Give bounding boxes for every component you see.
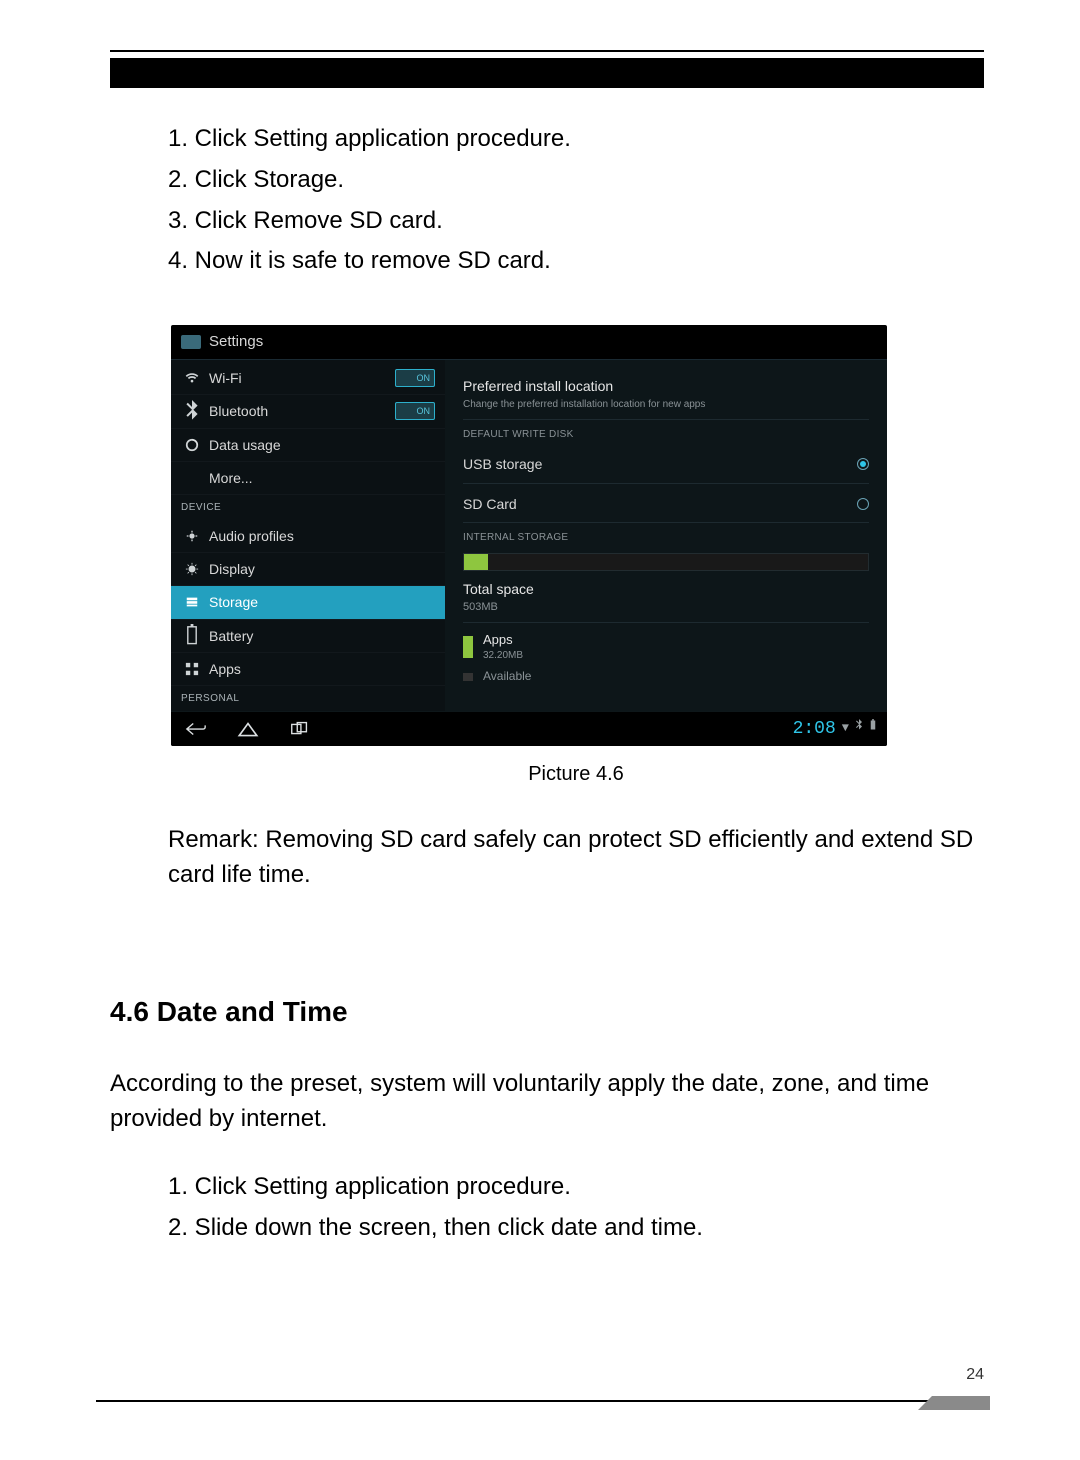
battery-icon (185, 629, 199, 643)
available-swatch-icon (463, 673, 473, 681)
apps-icon (185, 662, 199, 676)
sidebar-item-battery[interactable]: Battery (171, 620, 445, 653)
row-sd-card[interactable]: SD Card (463, 484, 869, 523)
more-label: More... (209, 468, 253, 488)
bluetooth-icon (185, 404, 199, 418)
step-a-4: 4. Now it is safe to remove SD card. (168, 244, 984, 279)
row-total-space[interactable]: Total space 503MB (463, 571, 869, 622)
row-apps-usage[interactable]: Apps 32.20MB (463, 623, 869, 666)
sd-card-label: SD Card (463, 494, 517, 514)
footer-rule (96, 1400, 984, 1402)
display-label: Display (209, 559, 255, 579)
settings-icon (181, 335, 201, 349)
sd-card-radio[interactable] (857, 498, 869, 510)
download-icon: ▼ (842, 720, 849, 737)
back-icon[interactable] (185, 720, 207, 738)
battery-label: Battery (209, 626, 253, 646)
remark-text: Remark: Removing SD card safely can prot… (168, 823, 984, 893)
home-icon[interactable] (237, 720, 259, 738)
bluetooth-toggle[interactable]: ON (395, 402, 435, 420)
section-paragraph: According to the preset, system will vol… (110, 1067, 984, 1137)
status-bar: 2:08 ▼ (793, 716, 877, 742)
page-number: 24 (966, 1363, 984, 1386)
row-usb-storage[interactable]: USB storage (463, 444, 869, 483)
preferred-install-subtitle: Change the preferred installation locati… (463, 398, 869, 413)
sidebar-section-personal: PERSONAL (171, 686, 445, 711)
usb-storage-radio[interactable] (857, 458, 869, 470)
top-rule (110, 50, 984, 52)
storage-settings-panel: Preferred install location Change the pr… (445, 360, 887, 711)
total-space-value: 503MB (463, 600, 869, 616)
apps-usage-value: 32.20MB (483, 649, 523, 664)
sidebar-item-wifi[interactable]: Wi-Fi ON (171, 362, 445, 395)
bluetooth-status-icon (855, 719, 863, 737)
audio-icon (185, 529, 199, 543)
apps-usage-label: Apps (483, 631, 523, 650)
header-bar (110, 58, 984, 88)
sidebar-section-device: DEVICE (171, 495, 445, 520)
apps-swatch-icon (463, 636, 473, 658)
footer-ornament (918, 1396, 990, 1410)
clock-text: 2:08 (793, 716, 836, 742)
row-available[interactable]: Available (463, 666, 869, 685)
section-internal-storage: INTERNAL STORAGE (463, 523, 869, 548)
wifi-icon (185, 371, 199, 385)
sidebar-item-storage[interactable]: Storage (171, 586, 445, 619)
preferred-install-title: Preferred install location (463, 376, 869, 396)
apps-label: Apps (209, 659, 241, 679)
system-navigation-bar: 2:08 ▼ (171, 711, 887, 746)
storage-label: Storage (209, 592, 258, 612)
battery-status-icon (869, 719, 877, 737)
usb-storage-label: USB storage (463, 454, 542, 474)
section-default-write-disk: DEFAULT WRITE DISK (463, 420, 869, 445)
storage-usage-bar (463, 553, 869, 571)
bluetooth-label: Bluetooth (209, 401, 268, 421)
step-b-1: 1. Click Setting application procedure. (168, 1170, 984, 1205)
total-space-label: Total space (463, 579, 869, 599)
section-heading: 4.6 Date and Time (110, 992, 984, 1033)
step-b-2: 2. Slide down the screen, then click dat… (168, 1211, 984, 1246)
display-icon (185, 562, 199, 576)
available-label: Available (483, 668, 531, 685)
android-settings-screenshot: Settings Wi-Fi ON (171, 325, 887, 746)
sidebar-item-apps[interactable]: Apps (171, 653, 445, 686)
wifi-label: Wi-Fi (209, 368, 242, 388)
row-preferred-install[interactable]: Preferred install location Change the pr… (463, 368, 869, 420)
sidebar-item-bluetooth[interactable]: Bluetooth ON (171, 395, 445, 428)
data-usage-icon (185, 438, 199, 452)
storage-icon (185, 595, 199, 609)
sidebar-item-audio[interactable]: Audio profiles (171, 520, 445, 553)
audio-label: Audio profiles (209, 526, 294, 546)
storage-used-segment (464, 554, 488, 570)
step-a-2: 2. Click Storage. (168, 163, 984, 198)
app-title: Settings (209, 331, 263, 353)
figure-caption: Picture 4.6 (171, 760, 981, 789)
settings-sidebar: Wi-Fi ON Bluetooth ON Data u (171, 360, 445, 711)
step-a-1: 1. Click Setting application procedure. (168, 122, 984, 157)
step-a-3: 3. Click Remove SD card. (168, 204, 984, 239)
recents-icon[interactable] (289, 720, 311, 738)
app-title-bar: Settings (171, 325, 887, 359)
sidebar-item-data-usage[interactable]: Data usage (171, 429, 445, 462)
blank-icon (185, 471, 199, 485)
data-usage-label: Data usage (209, 435, 281, 455)
wifi-toggle[interactable]: ON (395, 369, 435, 387)
sidebar-item-display[interactable]: Display (171, 553, 445, 586)
sidebar-item-more[interactable]: More... (171, 462, 445, 495)
